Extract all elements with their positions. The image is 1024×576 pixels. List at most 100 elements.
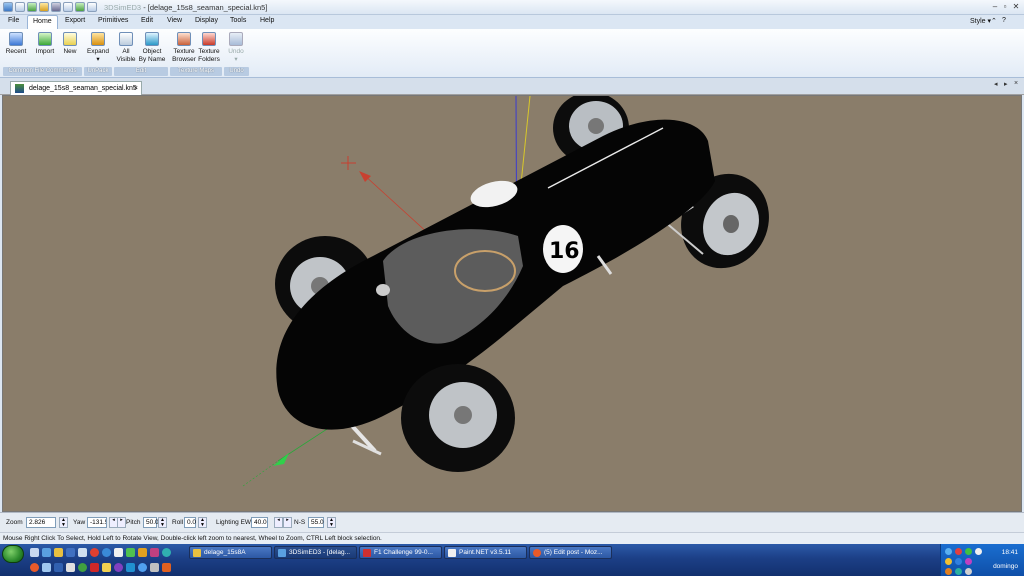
- maximize-button[interactable]: ▫: [1000, 2, 1010, 12]
- quick-launch-row2-icon-8[interactable]: [126, 563, 135, 572]
- 3d-viewport[interactable]: 16: [2, 95, 1022, 512]
- task-label: (5) Edit post - Moz...: [544, 549, 603, 556]
- tab-close-icon[interactable]: ×: [134, 82, 138, 95]
- menu-help[interactable]: Help: [260, 17, 274, 24]
- pitch-spinner[interactable]: ▲ ▼: [158, 517, 167, 528]
- import-button[interactable]: Import: [31, 32, 59, 70]
- tray-green-icon[interactable]: [965, 548, 972, 555]
- quick-access-redo-icon[interactable]: [75, 2, 85, 12]
- expand-button[interactable]: Expand ▾: [85, 32, 111, 70]
- object-by-name-button[interactable]: Object By Name: [138, 32, 166, 70]
- task-folder-delage[interactable]: delage_15s8A: [189, 546, 272, 559]
- quick-access-undo-icon[interactable]: [63, 2, 73, 12]
- menu-primitives[interactable]: Primitives: [98, 17, 128, 24]
- task-paint-net[interactable]: Paint.NET v3.5.11: [444, 546, 527, 559]
- close-button[interactable]: ✕: [1011, 2, 1021, 12]
- tray-purple-icon[interactable]: [965, 558, 972, 565]
- texture-browser-button[interactable]: Texture Browser: [172, 32, 196, 70]
- recent-button[interactable]: Recent: [3, 32, 29, 70]
- quick-launch-explorer-icon[interactable]: [42, 548, 51, 557]
- tab-scroll-right-icon[interactable]: ▸: [1004, 80, 1008, 88]
- style-menu[interactable]: Style ▾: [970, 17, 991, 25]
- menu-edit[interactable]: Edit: [141, 17, 153, 24]
- quick-launch-row2-icon-4[interactable]: [78, 563, 87, 572]
- menu-home[interactable]: Home: [27, 15, 58, 29]
- menu-view[interactable]: View: [167, 17, 182, 24]
- firefox-icon: [533, 549, 541, 557]
- new-button[interactable]: New: [59, 32, 81, 70]
- lighting-ew-label: Lighting EW: [216, 519, 252, 526]
- title-bar: 3DSimED3 - [delage_15s8_seaman_special.k…: [0, 0, 1024, 15]
- quick-access-open-icon[interactable]: [27, 2, 37, 12]
- task-3dsimed3[interactable]: 3DSimED3 - [delag...: [274, 546, 357, 559]
- app-icon[interactable]: [3, 2, 13, 12]
- tab-scroll-left-icon[interactable]: ◂: [994, 80, 998, 88]
- quick-launch-row2-icon-2[interactable]: [54, 563, 63, 572]
- start-button[interactable]: [2, 545, 24, 563]
- zoom-spinner[interactable]: ▲ ▼: [59, 517, 68, 528]
- menu-tools[interactable]: Tools: [230, 17, 246, 24]
- tray-alert-icon[interactable]: [955, 548, 962, 555]
- lighting-ew-increase-button[interactable]: ▸: [283, 517, 292, 528]
- quick-launch-doc-icon[interactable]: [114, 548, 123, 557]
- yaw-field[interactable]: -131.5: [87, 517, 107, 528]
- quick-access-folder-icon[interactable]: [39, 2, 49, 12]
- quick-launch-media-icon[interactable]: [90, 548, 99, 557]
- quick-access-tool-icon[interactable]: [51, 2, 61, 12]
- roll-spinner[interactable]: ▲ ▼: [198, 517, 207, 528]
- task-f1-challenge[interactable]: F1 Challenge 99-0...: [359, 546, 442, 559]
- ns-spinner[interactable]: ▲ ▼: [327, 517, 336, 528]
- quick-launch-row2-icon-10[interactable]: [150, 563, 159, 572]
- menu-file[interactable]: File: [8, 17, 19, 24]
- quick-launch-app-icon[interactable]: [66, 548, 75, 557]
- quick-launch-orange-icon[interactable]: [138, 548, 147, 557]
- menu-export[interactable]: Export: [65, 17, 85, 24]
- quick-launch-row2-icon-9[interactable]: [138, 563, 147, 572]
- tray-orange-icon[interactable]: [945, 568, 952, 575]
- quick-access-save-icon[interactable]: [15, 2, 25, 12]
- document-tab-label: delage_15s8_seaman_special.kn5: [29, 85, 137, 92]
- quick-launch-row2-icon-11[interactable]: [162, 563, 171, 572]
- document-tab[interactable]: delage_15s8_seaman_special.kn5 ×: [10, 81, 142, 95]
- minimize-button[interactable]: –: [990, 2, 1000, 12]
- quick-launch-row2-icon-5[interactable]: [90, 563, 99, 572]
- quick-access-customize-icon[interactable]: [87, 2, 97, 12]
- zoom-field[interactable]: 2.826: [26, 517, 56, 528]
- undo-button[interactable]: Undo ▾: [226, 32, 246, 70]
- quick-launch-desktop-icon[interactable]: [30, 548, 39, 557]
- menu-display[interactable]: Display: [195, 17, 218, 24]
- roll-field[interactable]: 0.0: [184, 517, 196, 528]
- help-icon[interactable]: ?: [1002, 17, 1006, 24]
- quick-launch-firefox-icon[interactable]: [30, 563, 39, 572]
- tray-yellow-icon[interactable]: [945, 558, 952, 565]
- car-number-text: 16: [549, 239, 580, 264]
- quick-launch-folder-icon[interactable]: [54, 548, 63, 557]
- group-unpack: UnPack: [84, 67, 112, 76]
- all-visible-button[interactable]: All Visible: [115, 32, 137, 70]
- quick-launch-row2-icon-7[interactable]: [114, 563, 123, 572]
- quick-launch-teal-icon[interactable]: [162, 548, 171, 557]
- pitch-field[interactable]: 50.0: [143, 517, 159, 528]
- quick-launch-row2-icon-6[interactable]: [102, 563, 111, 572]
- quick-launch-globe-icon[interactable]: [102, 548, 111, 557]
- lighting-ew-field[interactable]: 40.0: [251, 517, 268, 528]
- texture-browser-icon: [177, 32, 191, 46]
- quick-launch-row2-icon-3[interactable]: [66, 563, 75, 572]
- ribbon-minimize-icon[interactable]: ⌃: [991, 17, 997, 25]
- tab-close-all-icon[interactable]: ×: [1014, 80, 1018, 87]
- tray-network-icon[interactable]: [945, 548, 952, 555]
- tray-grey-icon[interactable]: [965, 568, 972, 575]
- tray-teal-icon[interactable]: [955, 568, 962, 575]
- texture-folders-button[interactable]: Texture Folders: [197, 32, 221, 70]
- quick-launch-green-icon[interactable]: [126, 548, 135, 557]
- lighting-ew-decrease-button[interactable]: ◂: [274, 517, 283, 528]
- yaw-increase-button[interactable]: ▸: [117, 517, 126, 528]
- quick-launch-window-icon[interactable]: [78, 548, 87, 557]
- quick-launch-pink-icon[interactable]: [150, 548, 159, 557]
- task-firefox-edit-post[interactable]: (5) Edit post - Moz...: [529, 546, 612, 559]
- ns-field[interactable]: 55.0: [308, 517, 324, 528]
- tray-volume-icon[interactable]: [975, 548, 982, 555]
- quick-launch-row2-icon-1[interactable]: [42, 563, 51, 572]
- tray-blue-icon[interactable]: [955, 558, 962, 565]
- clock[interactable]: 18:41: [1002, 549, 1018, 556]
